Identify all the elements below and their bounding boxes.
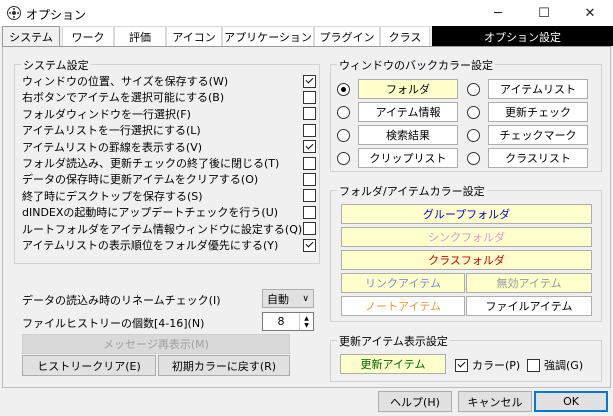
update-item-sample[interactable]: 更新アイテム [340,354,446,374]
close-icon: ✕ [584,5,596,21]
emphasis-checkbox[interactable] [527,358,540,372]
emphasis-option[interactable]: 強調(G) [527,357,583,373]
maximize-button[interactable]: ☐ [521,0,567,26]
system-option-label: ルートフォルダをアイテム情報ウィンドウに設定する(Q) [22,222,303,236]
system-option-row[interactable]: アイテムリストを一行選択にする(L) [22,122,316,138]
system-option-label: アイテムリストの表示順位をフォルダ優先にする(Y) [22,239,279,252]
system-option-label: データの保存時に更新アイテムをクリアする(O) [22,173,259,187]
rename-check-value: 自動 [267,292,289,306]
tab-work[interactable]: ワーク [62,26,114,46]
system-option-checkbox[interactable] [303,123,316,137]
system-option-row[interactable]: 終了時にデスクトップを保存する(S) [22,188,316,204]
update-display-label: 更新アイテム表示設定 [337,333,450,349]
window-title: オプション [26,8,87,22]
system-settings-label: システム設定 [21,57,91,73]
window-color-radio[interactable] [467,106,480,119]
history-clear-button[interactable]: ヒストリークリア(E) [22,355,156,376]
window-color-swatch[interactable]: クラスリスト [488,148,588,168]
system-option-row[interactable]: ルートフォルダをアイテム情報ウィンドウに設定する(Q) [22,221,316,237]
reset-colors-button[interactable]: 初期カラーに戻す(R) [158,355,290,376]
window-color-radio[interactable] [467,129,480,142]
title-bar: オプション ─ ☐ ✕ [0,0,613,26]
emphasis-option-label: 強調(G) [544,359,584,372]
item-color-swatch[interactable]: ファイルアイテム [466,296,592,316]
system-option-label: 右ボタンでアイテムを選択可能にする(B) [22,91,225,105]
color-checkbox[interactable] [455,358,468,372]
system-option-checkbox[interactable] [303,189,316,203]
item-color-swatch[interactable]: クラスフォルダ [341,250,592,270]
window-color-radio[interactable] [467,152,480,165]
history-count-value: 8 [277,315,285,328]
window-color-radio[interactable] [337,129,350,142]
system-option-label: アイテムリストを一行選択にする(L) [22,124,201,138]
system-option-row[interactable]: フォルダ読込み、更新チェックの終了後に閉じる(T) [22,155,316,171]
tab-plugin[interactable]: プラグイン [314,26,380,46]
ok-button[interactable]: OK [534,391,608,412]
rename-check-label: データの読込み時のリネームチェック(I) [22,294,221,307]
tab-option-settings[interactable]: オプション設定 [432,26,613,46]
system-option-checkbox[interactable] [303,107,316,121]
history-count-label: ファイルヒストリーの個数[4-16](N) [22,317,205,330]
item-color-swatch[interactable]: グループフォルダ [341,204,592,224]
system-option-label: ウィンドウの位置、サイズを保存する(W) [22,75,229,88]
system-option-row[interactable]: アイテムリストの罫線を表示する(V) [22,139,316,155]
system-option-row[interactable]: データの保存時に更新アイテムをクリアする(O) [22,171,316,187]
close-button[interactable]: ✕ [567,0,613,26]
system-option-checkbox[interactable] [303,238,316,252]
window-color-radio[interactable] [337,152,350,165]
item-color-swatch[interactable]: 無効アイテム [466,273,592,293]
window-color-swatch[interactable]: フォルダ [358,79,458,99]
window-color-swatch[interactable]: クリップリスト [358,148,458,168]
item-color-swatch[interactable]: リンクアイテム [341,273,465,293]
system-option-checkbox[interactable] [303,172,316,186]
system-option-row[interactable]: 右ボタンでアイテムを選択可能にする(B) [22,89,316,105]
item-color-swatch[interactable]: シンクフォルダ [341,227,592,247]
window-color-label: ウィンドウのバックカラー設定 [337,57,495,73]
window-color-swatch[interactable]: アイテムリスト [488,79,588,99]
minimize-button[interactable]: ─ [475,0,521,26]
system-option-checkbox[interactable] [303,90,316,104]
chevron-down-icon: ∨ [302,293,309,304]
item-color-swatch[interactable]: ノートアイテム [341,296,465,316]
cancel-button[interactable]: キャンセル [458,391,532,412]
system-option-label: dINDEXの起動時にアップデートチェックを行う(U) [22,206,279,220]
help-button[interactable]: ヘルプ(H) [378,391,452,412]
tab-rating[interactable]: 評価 [114,26,166,46]
system-option-checkbox[interactable] [303,140,316,154]
system-option-checkbox[interactable] [303,222,316,236]
window-color-swatch[interactable]: アイテム情報 [358,102,458,122]
system-option-row[interactable]: dINDEXの起動時にアップデートチェックを行う(U) [22,204,316,220]
system-option-checkbox[interactable] [303,74,316,88]
window-color-swatch[interactable]: 更新チェック [488,102,588,122]
window-color-radio[interactable] [337,106,350,119]
window-color-radio[interactable] [467,83,480,96]
tab-system[interactable]: システム [2,26,60,47]
color-option[interactable]: カラー(P) [455,357,520,373]
system-option-row[interactable]: アイテムリストの表示順位をフォルダ優先にする(Y) [22,237,316,253]
window-color-swatch[interactable]: チェックマーク [488,125,588,145]
system-option-checkbox[interactable] [303,205,316,219]
system-option-row[interactable]: ウィンドウの位置、サイズを保存する(W) [22,73,316,89]
system-option-checkbox[interactable] [303,156,316,170]
system-option-row[interactable]: フォルダウィンドウを一行選択(F) [22,106,316,122]
history-count-stepper[interactable]: 8 ▲ ▼ [262,312,314,331]
tab-bar: システム ワーク 評価 アイコン アプリケーション プラグイン クラス オプショ… [0,26,613,47]
system-option-label: フォルダウィンドウを一行選択(F) [22,107,191,121]
window-color-radio[interactable] [337,83,350,96]
color-option-label: カラー(P) [472,359,521,372]
tab-application[interactable]: アプリケーション [222,26,314,46]
maximize-icon: ☐ [538,5,550,21]
system-option-label: アイテムリストの罫線を表示する(V) [22,140,203,154]
system-option-label: 終了時にデスクトップを保存する(S) [22,189,203,203]
item-color-label: フォルダ/アイテムカラー設定 [337,183,487,199]
message-redisplay-button: メッセージ再表示(M) [22,334,290,354]
spin-arrows-icon[interactable]: ▲ ▼ [299,313,313,330]
rename-check-select[interactable]: 自動 ∨ [262,289,314,308]
system-option-label: フォルダ読込み、更新チェックの終了後に閉じる(T) [22,157,280,170]
app-icon [6,5,22,21]
tab-class[interactable]: クラス [380,26,430,46]
tab-icon[interactable]: アイコン [166,26,222,46]
minimize-icon: ─ [494,5,502,21]
window-color-swatch[interactable]: 検索結果 [358,125,458,145]
